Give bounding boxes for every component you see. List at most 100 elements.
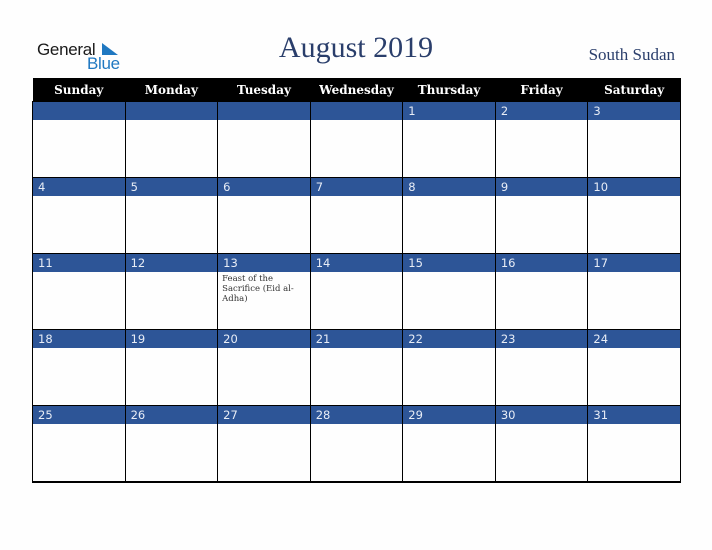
day-cell[interactable]	[32, 272, 126, 330]
day-number: 16	[494, 253, 589, 272]
week-body-row: Feast of the Sacrifice (Eid al-Adha)	[32, 272, 681, 330]
day-cell[interactable]	[309, 196, 404, 254]
day-cell[interactable]	[309, 348, 404, 406]
day-number: 9	[494, 177, 589, 196]
day-number: 21	[309, 329, 404, 348]
day-number: 15	[402, 253, 496, 272]
weekday-tuesday: Tuesday	[217, 78, 311, 102]
weekday-monday: Monday	[125, 78, 218, 102]
day-cell[interactable]	[587, 424, 681, 483]
holiday-event	[496, 424, 588, 428]
holiday-event	[126, 120, 218, 124]
day-cell[interactable]	[494, 272, 589, 330]
day-cell[interactable]	[494, 348, 589, 406]
day-cell[interactable]	[124, 424, 219, 483]
day-number: 20	[217, 329, 311, 348]
weekday-saturday: Saturday	[587, 78, 681, 102]
day-cell[interactable]	[587, 120, 681, 178]
week-date-band: 123	[32, 101, 681, 120]
holiday-event	[33, 196, 125, 200]
day-cell[interactable]	[494, 120, 589, 178]
day-number: 5	[124, 177, 219, 196]
day-cell[interactable]	[402, 272, 496, 330]
day-cell[interactable]	[124, 120, 219, 178]
day-cell[interactable]	[124, 272, 219, 330]
week-body-row	[32, 196, 681, 254]
day-cell[interactable]	[402, 348, 496, 406]
day-cell[interactable]	[309, 120, 404, 178]
day-number: 25	[32, 405, 126, 424]
day-number: 12	[124, 253, 219, 272]
week-date-band: 4 5 6 7 8 9 10	[32, 177, 681, 196]
day-cell[interactable]	[32, 196, 126, 254]
day-number: 6	[217, 177, 311, 196]
holiday-event	[496, 348, 588, 352]
day-cell[interactable]	[217, 196, 311, 254]
day-number: 7	[309, 177, 404, 196]
holiday-event	[403, 348, 495, 352]
day-cell[interactable]	[587, 272, 681, 330]
week-body-row	[32, 424, 681, 483]
day-cell[interactable]	[494, 196, 589, 254]
day-cell[interactable]: Feast of the Sacrifice (Eid al-Adha)	[217, 272, 311, 330]
day-cell[interactable]	[402, 424, 496, 483]
day-cell[interactable]	[32, 120, 126, 178]
holiday-event	[496, 120, 588, 124]
day-number: 29	[402, 405, 496, 424]
day-cell[interactable]	[309, 272, 404, 330]
day-number: 3	[587, 101, 681, 120]
holiday-event	[496, 196, 588, 200]
day-cell[interactable]	[587, 348, 681, 406]
holiday-event	[588, 120, 680, 124]
holiday-event	[311, 196, 403, 200]
day-cell[interactable]	[494, 424, 589, 483]
week-date-band: 18 19 20 21 22 23 24	[32, 329, 681, 348]
holiday-event	[311, 424, 403, 428]
day-cell[interactable]	[402, 196, 496, 254]
holiday-event	[33, 120, 125, 124]
week-body-row	[32, 348, 681, 406]
day-cell[interactable]	[32, 348, 126, 406]
week-date-band: 25 26 27 28 29 30 31	[32, 405, 681, 424]
day-number: 13	[217, 253, 311, 272]
holiday-event	[311, 120, 403, 124]
holiday-event	[33, 424, 125, 428]
day-cell[interactable]	[124, 196, 219, 254]
day-cell[interactable]	[217, 424, 311, 483]
holiday-event	[33, 272, 125, 276]
holiday-event	[218, 120, 310, 124]
day-number: 19	[124, 329, 219, 348]
holiday-event	[126, 196, 218, 200]
day-number: 30	[494, 405, 589, 424]
day-number: 8	[402, 177, 496, 196]
day-number: 4	[32, 177, 126, 196]
holiday-event	[218, 424, 310, 428]
day-cell[interactable]	[402, 120, 496, 178]
holiday-event	[218, 348, 310, 352]
holiday-event	[126, 424, 218, 428]
weekday-thursday: Thursday	[402, 78, 496, 102]
country-label: South Sudan	[588, 45, 675, 64]
day-number: 24	[587, 329, 681, 348]
day-number: 18	[32, 329, 126, 348]
day-number: 1	[402, 101, 496, 120]
day-number: 28	[309, 405, 404, 424]
holiday-event	[588, 348, 680, 352]
day-number: 23	[494, 329, 589, 348]
week-date-band: 11 12 13 14 15 16 17	[32, 253, 681, 272]
weekday-sunday: Sunday	[32, 78, 126, 102]
day-number: 10	[587, 177, 681, 196]
day-cell[interactable]	[309, 424, 404, 483]
day-number	[217, 101, 311, 120]
day-cell[interactable]	[217, 348, 311, 406]
holiday-event	[311, 272, 403, 276]
day-number: 26	[124, 405, 219, 424]
day-cell[interactable]	[217, 120, 311, 178]
holiday-event	[33, 348, 125, 352]
day-cell[interactable]	[124, 348, 219, 406]
weekday-friday: Friday	[495, 78, 588, 102]
day-cell[interactable]	[587, 196, 681, 254]
day-cell[interactable]	[32, 424, 126, 483]
holiday-event	[311, 348, 403, 352]
day-number: 17	[587, 253, 681, 272]
